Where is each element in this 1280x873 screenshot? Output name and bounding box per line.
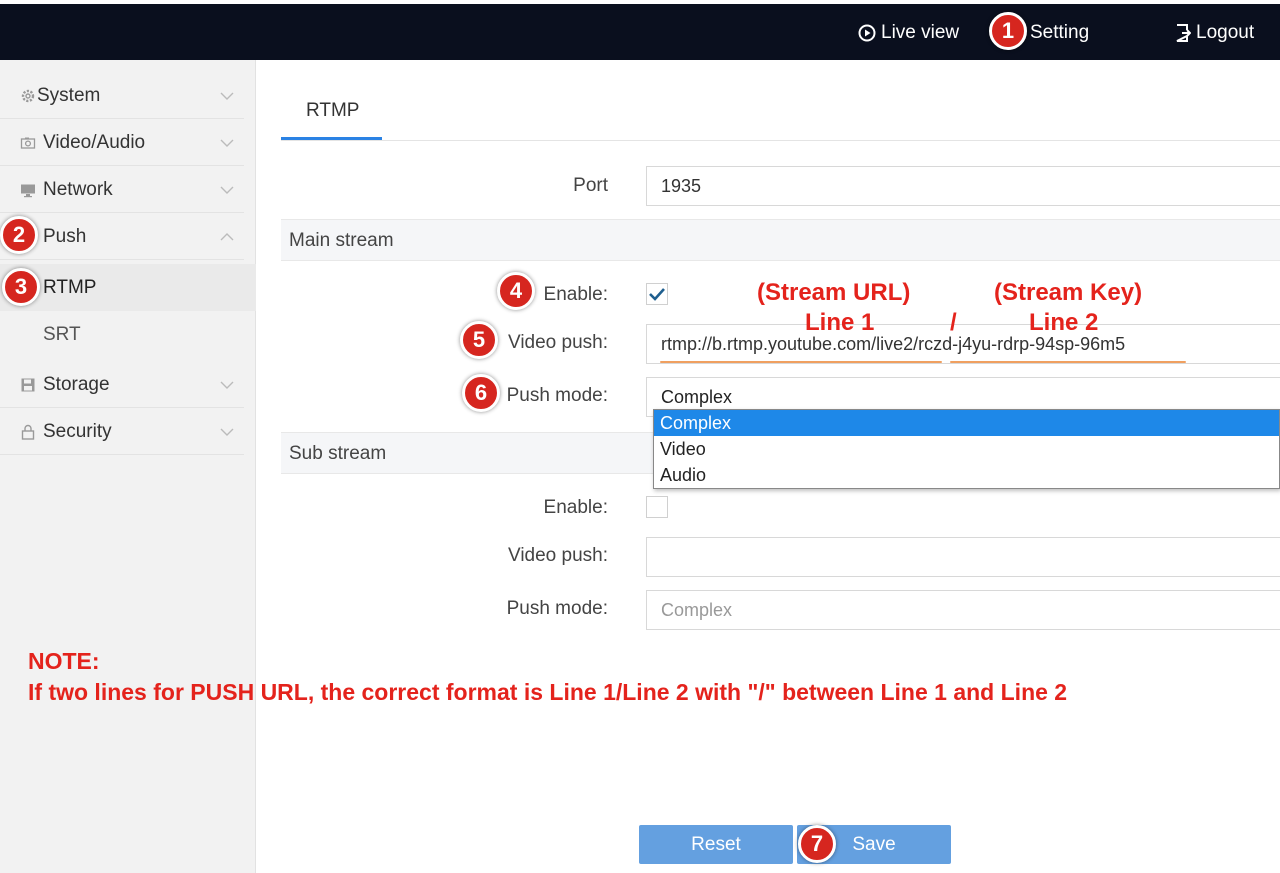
port-input[interactable]: 1935 — [646, 166, 1280, 206]
sidebar-item-security[interactable]: Security — [0, 408, 256, 455]
sub-enable-label: Enable: — [543, 497, 608, 518]
logout-link[interactable]: Logout — [1175, 22, 1254, 44]
port-label: Port — [573, 175, 608, 196]
logout-label: Logout — [1196, 22, 1255, 43]
dropdown-option-complex[interactable]: Complex — [654, 410, 1279, 436]
sidebar: System Video/Audio Network Push RTMP SRT… — [0, 60, 256, 873]
reset-button[interactable]: Reset — [639, 825, 793, 864]
sidebar-item-system[interactable]: System — [0, 72, 256, 119]
dropdown-option-audio[interactable]: Audio — [654, 462, 1279, 488]
annotation-slash: / — [950, 309, 957, 336]
annotation-stream-key: (Stream Key) — [994, 279, 1143, 306]
floppy-icon — [21, 378, 35, 391]
sidebar-item-label: System — [37, 84, 101, 106]
annotation-line2: Line 2 — [1029, 309, 1099, 336]
marker-3: 3 — [2, 268, 40, 306]
sidebar-item-network[interactable]: Network — [0, 166, 256, 213]
camera-icon — [20, 137, 36, 149]
marker-4: 4 — [497, 272, 535, 310]
tab-rtmp[interactable]: RTMP — [306, 100, 359, 122]
sub-video-push-input[interactable] — [646, 537, 1280, 577]
sub-stream-title: Sub stream — [289, 443, 387, 464]
main-video-push-input[interactable]: rtmp://b.rtmp.youtube.com/live2/rczd-j4y… — [646, 324, 1280, 364]
marker-2: 2 — [0, 216, 38, 254]
marker-1: 1 — [989, 12, 1027, 50]
sub-video-push-label: Video push: — [507, 545, 608, 566]
main-enable-label: Enable: — [543, 284, 608, 305]
sidebar-item-label: Video/Audio — [43, 131, 146, 153]
sidebar-item-label: Push — [43, 225, 87, 247]
chevron-up-icon — [220, 232, 234, 240]
note-title: NOTE: — [28, 648, 100, 674]
lock-icon — [21, 424, 35, 440]
push-mode-dropdown: Complex Video Audio — [653, 409, 1280, 489]
sub-push-mode-label: Push mode: — [506, 598, 608, 619]
setting-label: Setting — [1030, 22, 1090, 43]
top-bar: Live view Setting Logout — [0, 0, 1280, 60]
annotation-line1: Line 1 — [805, 309, 875, 336]
main-stream-title: Main stream — [289, 230, 394, 251]
gear-icon — [21, 89, 35, 102]
marker-7: 7 — [798, 825, 836, 863]
setting-link[interactable]: Setting — [1030, 22, 1089, 44]
checkmark-icon — [649, 288, 665, 301]
live-view-link[interactable]: Live view — [858, 22, 959, 44]
key-underline — [950, 361, 1186, 363]
sidebar-subitem-label: RTMP — [43, 276, 97, 298]
main-enable-checkbox[interactable] — [646, 283, 668, 305]
sidebar-item-push[interactable]: Push — [0, 213, 256, 260]
sidebar-item-storage[interactable]: Storage — [0, 361, 256, 408]
marker-5: 5 — [460, 321, 498, 359]
sidebar-subitem-label: SRT — [43, 323, 81, 345]
chevron-down-icon — [220, 186, 234, 194]
sidebar-item-video-audio[interactable]: Video/Audio — [0, 119, 256, 166]
url-underline — [660, 361, 942, 363]
note-text: If two lines for PUSH URL, the correct f… — [28, 679, 1068, 705]
monitor-icon — [21, 184, 35, 197]
logout-icon — [1176, 24, 1191, 42]
tab-divider — [281, 140, 1280, 141]
chevron-down-icon — [220, 139, 234, 147]
annotation-stream-url: (Stream URL) — [757, 279, 911, 306]
sidebar-subitem-srt[interactable]: SRT — [0, 311, 256, 358]
dropdown-option-video[interactable]: Video — [654, 436, 1279, 462]
chevron-down-icon — [220, 428, 234, 436]
marker-6: 6 — [462, 374, 500, 412]
sidebar-item-label: Security — [43, 420, 112, 442]
sub-enable-checkbox[interactable] — [646, 496, 668, 518]
chevron-down-icon — [220, 381, 234, 389]
sidebar-item-label: Storage — [43, 373, 110, 395]
play-circle-icon — [858, 24, 876, 42]
chevron-down-icon — [220, 92, 234, 100]
main-stream-header: Main stream — [281, 219, 1280, 261]
sub-push-mode-select[interactable]: Complex — [646, 590, 1280, 630]
sidebar-item-label: Network — [43, 178, 113, 200]
live-view-label: Live view — [881, 22, 960, 43]
